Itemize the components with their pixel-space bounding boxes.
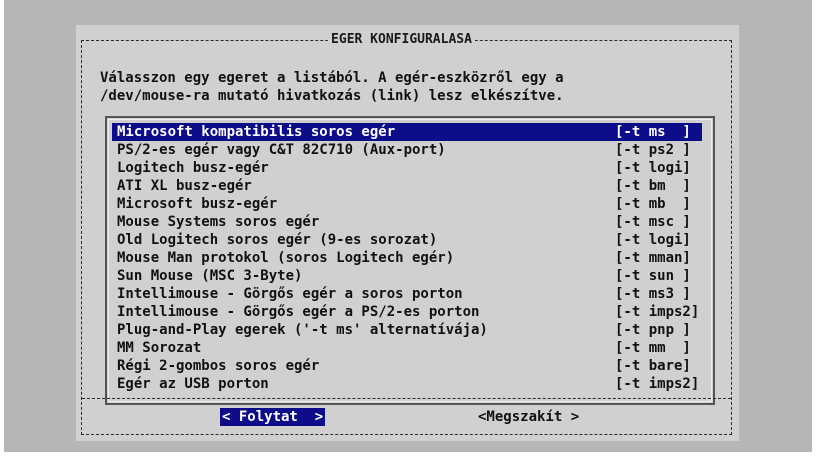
list-item-label: Intellimouse - Görgős egér a PS/2-es por… xyxy=(117,304,480,320)
list-item[interactable]: PS/2-es egér vagy C&T 82C710 (Aux-port) [… xyxy=(112,141,702,159)
terminal-screen: EGER KONFIGURALASA Válasszon egy egeret … xyxy=(4,0,812,452)
list-item-tag: [-t mb ] xyxy=(615,196,691,212)
list-item[interactable]: MM Sorozat [-t mm ] xyxy=(112,339,702,357)
list-item[interactable]: Plug-and-Play egerek ('-t ms' alternatív… xyxy=(112,321,702,339)
list-item-label: Mouse Systems soros egér xyxy=(117,214,320,230)
description-line-1: Válasszon egy egeret a listából. A egér-… xyxy=(100,70,564,86)
list-item[interactable]: Microsoft busz-egér [-t mb ] xyxy=(112,195,702,213)
list-item[interactable]: Intellimouse - Görgős egér a soros porto… xyxy=(112,285,702,303)
list-item[interactable]: Old Logitech soros egér (9-es sorozat) [-… xyxy=(112,231,702,249)
list-item-label: Logitech busz-egér xyxy=(117,160,269,176)
list-item-label: Sun Mouse (MSC 3-Byte) xyxy=(117,268,303,284)
list-item-tag: [-t pnp ] xyxy=(615,322,691,338)
list-item-tag: [-t imps2] xyxy=(615,376,700,392)
list-item-label: PS/2-es egér vagy C&T 82C710 (Aux-port) xyxy=(117,142,446,158)
list-item-tag: [-t ms3 ] xyxy=(615,286,691,302)
list-item-tag: [-t imps2] xyxy=(615,304,700,320)
cancel-button[interactable]: <Megszakít > xyxy=(478,408,579,426)
list-item[interactable]: ATI XL busz-egér [-t bm ] xyxy=(112,177,702,195)
dialog-title-bar: EGER KONFIGURALASA xyxy=(76,32,727,48)
list-item-label: Microsoft busz-egér xyxy=(117,196,278,212)
list-item-tag: [-t logi] xyxy=(615,232,691,248)
dialog-title: EGER KONFIGURALASA xyxy=(328,32,475,48)
list-item[interactable]: Microsoft kompatibilis soros egér [-t ms … xyxy=(112,123,702,141)
continue-button[interactable]: < Folytat > xyxy=(220,408,326,426)
list-item-label: ATI XL busz-egér xyxy=(117,178,252,194)
list-item-label: Régi 2-gombos soros egér xyxy=(117,358,320,374)
list-item[interactable]: Egér az USB porton [-t imps2] xyxy=(112,375,702,393)
list-item[interactable]: Logitech busz-egér [-t logi] xyxy=(112,159,702,177)
list-item-label: Egér az USB porton xyxy=(117,376,269,392)
list-item-tag: [-t bm ] xyxy=(615,178,691,194)
dialog-description: Válasszon egy egeret a listából. A egér-… xyxy=(100,69,564,105)
list-item-label: Old Logitech soros egér (9-es sorozat) xyxy=(117,232,438,248)
list-item-label: Plug-and-Play egerek ('-t ms' alternatív… xyxy=(117,322,488,338)
list-item-tag: [-t msc ] xyxy=(615,214,691,230)
list-item-label: Intellimouse - Görgős egér a soros porto… xyxy=(117,286,463,302)
description-line-2: /dev/mouse-ra mutató hivatkozás (link) l… xyxy=(100,88,564,104)
list-item-label: MM Sorozat xyxy=(117,340,202,356)
list-item-label: Microsoft kompatibilis soros egér xyxy=(117,124,396,140)
list-item[interactable]: Intellimouse - Görgős egér a PS/2-es por… xyxy=(112,303,702,321)
list-item-tag: [-t mm ] xyxy=(615,340,691,356)
list-item[interactable]: Sun Mouse (MSC 3-Byte) [-t sun ] xyxy=(112,267,702,285)
list-item-tag: [-t logi] xyxy=(615,160,691,176)
mouse-config-dialog: EGER KONFIGURALASA Válasszon egy egeret … xyxy=(76,25,739,441)
list-item-tag: [-t ps2 ] xyxy=(615,142,691,158)
list-item-tag: [-t sun ] xyxy=(615,268,691,284)
button-separator xyxy=(82,398,731,399)
list-item[interactable]: Mouse Man protokol (soros Logitech egér)… xyxy=(112,249,702,267)
list-item[interactable]: Mouse Systems soros egér [-t msc ] xyxy=(112,213,702,231)
list-item-label: Mouse Man protokol (soros Logitech egér) xyxy=(117,250,455,266)
list-item[interactable]: Régi 2-gombos soros egér [-t bare] xyxy=(112,357,702,375)
list-item-tag: [-t ms ] xyxy=(615,124,691,140)
list-item-tag: [-t mman] xyxy=(615,250,691,266)
list-item-tag: [-t bare] xyxy=(615,358,691,374)
